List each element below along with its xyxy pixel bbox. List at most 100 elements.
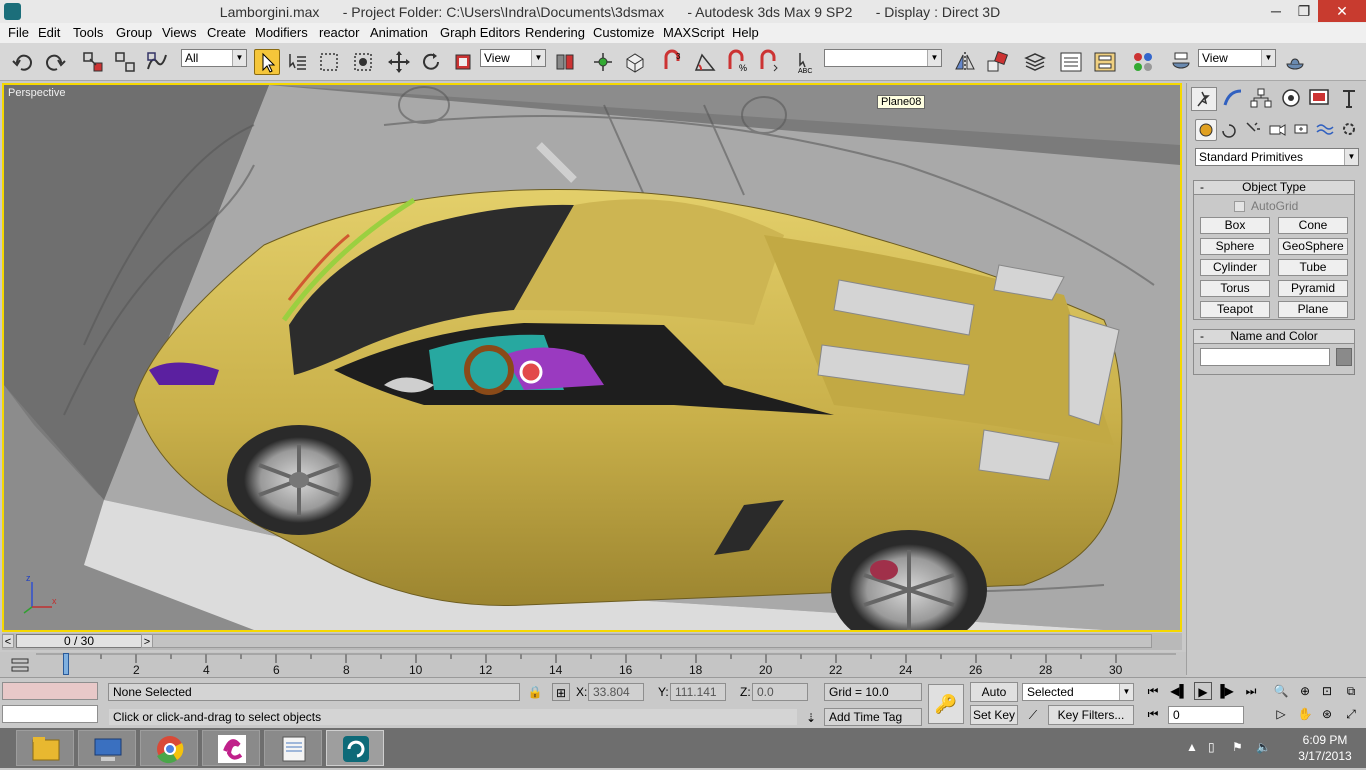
current-frame-marker[interactable] bbox=[63, 653, 69, 675]
cameras-icon[interactable] bbox=[1267, 119, 1289, 141]
menu-reactor[interactable]: reactor bbox=[319, 25, 359, 40]
motion-tab-icon[interactable] bbox=[1279, 87, 1305, 111]
spacewarps-icon[interactable] bbox=[1315, 119, 1337, 141]
systems-icon[interactable] bbox=[1339, 119, 1361, 141]
time-slider-track[interactable] bbox=[16, 634, 1152, 648]
menu-views[interactable]: Views bbox=[162, 25, 196, 40]
menu-customize[interactable]: Customize bbox=[593, 25, 654, 40]
key-mode-dropdown[interactable]: Selected ▼ bbox=[1022, 683, 1134, 701]
object-type-header[interactable]: - Object Type bbox=[1194, 181, 1354, 195]
select-link-icon[interactable] bbox=[80, 49, 106, 75]
time-slider-prev-button[interactable]: < bbox=[2, 634, 14, 648]
next-frame-icon[interactable]: ▐▶ bbox=[1216, 682, 1234, 700]
move-icon[interactable] bbox=[386, 49, 412, 75]
primitive-category-dropdown[interactable]: Standard Primitives ▼ bbox=[1195, 148, 1359, 166]
material-editor-icon[interactable] bbox=[1130, 49, 1156, 75]
menu-file[interactable]: File bbox=[8, 25, 29, 40]
chrome-icon[interactable] bbox=[140, 730, 198, 766]
zoom-all-icon[interactable]: ⊕ bbox=[1296, 682, 1314, 700]
notepad-icon[interactable] bbox=[264, 730, 322, 766]
named-selection-dropdown[interactable]: ▼ bbox=[824, 49, 942, 67]
prev-frame-icon[interactable]: ◀▌ bbox=[1170, 682, 1188, 700]
tube-button[interactable]: Tube bbox=[1278, 259, 1348, 276]
unlink-icon[interactable] bbox=[112, 49, 138, 75]
system-clock[interactable]: 6:09 PM 3/17/2013 bbox=[1290, 732, 1360, 764]
menu-create[interactable]: Create bbox=[207, 25, 246, 40]
menu-graph-editors[interactable]: Graph Editors bbox=[440, 25, 520, 40]
layer-icon[interactable] bbox=[1022, 49, 1048, 75]
box-button[interactable]: Box bbox=[1200, 217, 1270, 234]
selection-lock-icon[interactable]: 🔒 bbox=[526, 683, 544, 701]
fov-icon[interactable]: ▷ bbox=[1272, 705, 1290, 723]
corel-icon[interactable] bbox=[202, 730, 260, 766]
render-scene-icon[interactable] bbox=[1168, 49, 1194, 75]
menu-tools[interactable]: Tools bbox=[73, 25, 103, 40]
mirror-icon[interactable] bbox=[952, 49, 978, 75]
menu-maxscript[interactable]: MAXScript bbox=[663, 25, 724, 40]
geometry-icon[interactable] bbox=[1195, 119, 1217, 141]
lights-icon[interactable] bbox=[1243, 119, 1265, 141]
maximize-toggle-icon[interactable]: ⤢ bbox=[1342, 705, 1360, 723]
manipulate-icon[interactable] bbox=[590, 49, 616, 75]
pan-icon[interactable]: ✋ bbox=[1296, 705, 1314, 723]
shapes-icon[interactable] bbox=[1219, 119, 1241, 141]
menu-rendering[interactable]: Rendering bbox=[525, 25, 585, 40]
select-object-icon[interactable] bbox=[254, 49, 280, 75]
percent-snap-icon[interactable]: % bbox=[724, 49, 750, 75]
menu-edit[interactable]: Edit bbox=[38, 25, 60, 40]
zoom-extents-all-icon[interactable]: ⧉ bbox=[1342, 682, 1360, 700]
add-time-tag-field[interactable]: Add Time Tag bbox=[824, 708, 922, 726]
go-start-icon[interactable]: ⏮ bbox=[1144, 682, 1162, 700]
menu-help[interactable]: Help bbox=[732, 25, 759, 40]
3dsmax-icon[interactable] bbox=[326, 730, 384, 766]
spinner-snap-icon[interactable] bbox=[756, 49, 782, 75]
object-color-swatch[interactable] bbox=[1336, 348, 1352, 366]
curve-editor-icon[interactable] bbox=[1058, 49, 1084, 75]
modify-tab-icon[interactable] bbox=[1221, 87, 1247, 111]
default-tangents-icon[interactable]: ⟋ bbox=[1024, 706, 1042, 724]
time-slider-next-button[interactable]: > bbox=[141, 634, 153, 648]
snap-3-icon[interactable]: 3 bbox=[660, 49, 686, 75]
close-button[interactable]: ✕ bbox=[1318, 0, 1366, 22]
plane-button[interactable]: Plane bbox=[1278, 301, 1348, 318]
create-tab-icon[interactable] bbox=[1191, 87, 1217, 111]
display-tab-icon[interactable] bbox=[1307, 87, 1333, 111]
time-tag-icon[interactable]: ⇣ bbox=[802, 709, 820, 727]
menu-animation[interactable]: Animation bbox=[370, 25, 428, 40]
geosphere-button[interactable]: GeoSphere bbox=[1278, 238, 1348, 255]
angle-snap-icon[interactable] bbox=[692, 49, 718, 75]
keyboard-shortcut-icon[interactable] bbox=[622, 49, 648, 75]
bind-spacewarp-icon[interactable] bbox=[144, 49, 170, 75]
selection-filter-dropdown[interactable]: All ▼ bbox=[181, 49, 247, 67]
align-icon[interactable] bbox=[984, 49, 1010, 75]
absolute-mode-icon[interactable]: ⊞ bbox=[552, 683, 570, 701]
zoom-icon[interactable]: 🔍 bbox=[1272, 682, 1290, 700]
autogrid-checkbox[interactable]: AutoGrid bbox=[1234, 199, 1298, 213]
play-icon[interactable]: ▶ bbox=[1194, 682, 1212, 700]
pivot-icon[interactable] bbox=[552, 49, 578, 75]
z-coordinate-field[interactable]: 0.0 bbox=[752, 683, 808, 701]
utilities-tab-icon[interactable] bbox=[1337, 87, 1363, 111]
viewport-label[interactable]: Perspective bbox=[8, 87, 65, 99]
current-frame-field[interactable]: 0 bbox=[1168, 706, 1244, 724]
zoom-extents-icon[interactable]: ⊡ bbox=[1318, 682, 1336, 700]
name-color-header[interactable]: - Name and Color bbox=[1194, 330, 1354, 344]
menu-modifiers[interactable]: Modifiers bbox=[255, 25, 308, 40]
menu-group[interactable]: Group bbox=[116, 25, 152, 40]
window-crossing-icon[interactable] bbox=[350, 49, 376, 75]
rotate-icon[interactable] bbox=[418, 49, 444, 75]
track-bar[interactable]: 2 4 6 8 10 12 14 16 18 20 22 24 26 28 30 bbox=[0, 652, 1186, 677]
key-filters-button[interactable]: Key Filters... bbox=[1048, 705, 1134, 725]
time-slider-thumb[interactable]: 0 / 30 bbox=[16, 634, 142, 648]
schematic-icon[interactable] bbox=[1092, 49, 1118, 75]
select-by-name-icon[interactable] bbox=[284, 49, 310, 75]
maxscript-input[interactable] bbox=[2, 705, 98, 723]
sphere-button[interactable]: Sphere bbox=[1200, 238, 1270, 255]
set-key-button[interactable]: Set Key bbox=[970, 705, 1018, 725]
tray-flag-icon[interactable]: ⚑ bbox=[1232, 740, 1243, 754]
tray-volume-icon[interactable]: 🔈 bbox=[1256, 740, 1271, 754]
hierarchy-tab-icon[interactable] bbox=[1249, 87, 1275, 111]
orbit-icon[interactable]: ⊛ bbox=[1318, 705, 1336, 723]
viewport-layout-dropdown[interactable]: View ▼ bbox=[1198, 49, 1276, 67]
helpers-icon[interactable] bbox=[1291, 119, 1313, 141]
